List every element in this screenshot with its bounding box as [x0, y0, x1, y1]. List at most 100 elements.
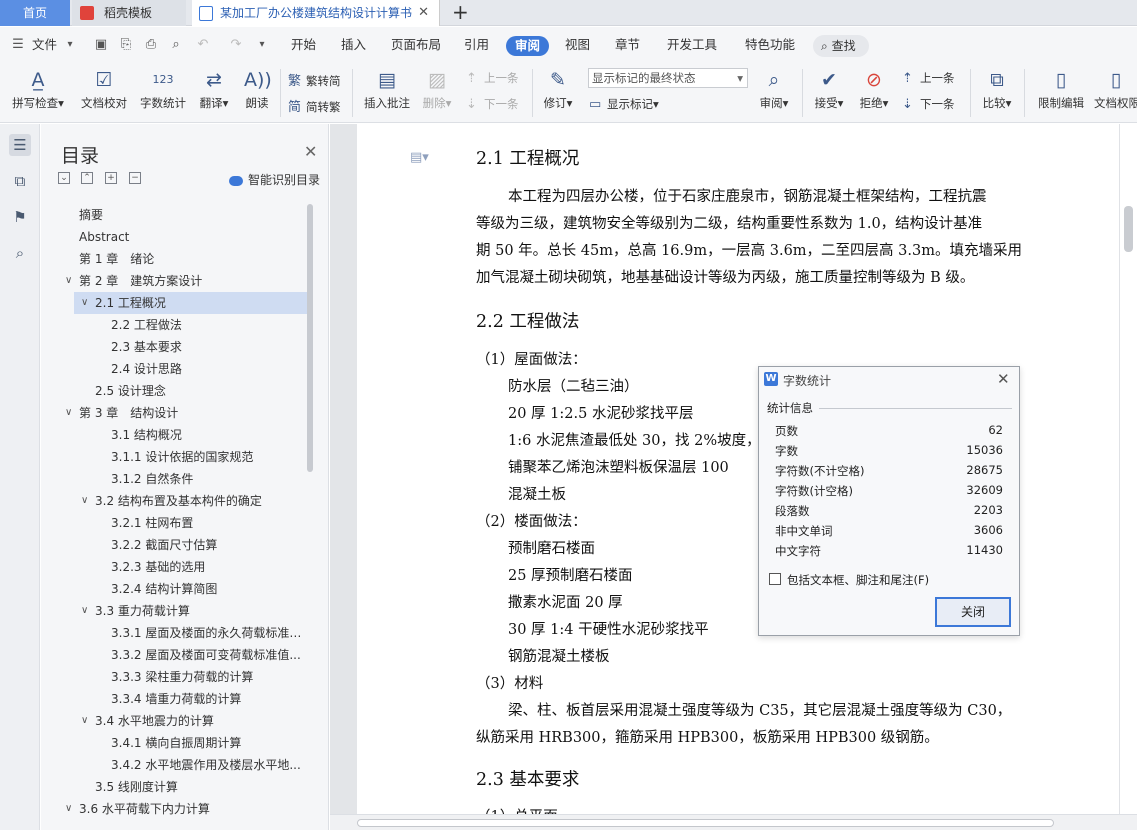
toc-item[interactable]: 2.3 基本要求 — [41, 336, 311, 358]
navigation-pane-icon[interactable]: ⧉ — [9, 170, 31, 192]
horizontal-scrollbar[interactable] — [330, 814, 1137, 830]
output-icon[interactable]: ⎘ — [118, 37, 134, 53]
close-icon[interactable]: ✕ — [418, 0, 429, 26]
undo-icon[interactable]: ↶ — [195, 37, 211, 53]
add-tab-icon[interactable]: + — [452, 0, 469, 26]
show-markup-button[interactable]: ▭ 显示标记▾ — [589, 96, 659, 112]
toc-item[interactable]: ∨ 3.6 水平荷载下内力计算 — [41, 798, 311, 820]
to-simplified-button[interactable]: 简简转繁 — [288, 96, 341, 115]
chevron-down-icon[interactable]: ∨ — [81, 710, 88, 732]
toc-item[interactable]: ∨ 第 3 章 结构设计 — [41, 402, 311, 424]
delete-comment-button[interactable]: ▨ 删除▾ — [418, 67, 456, 111]
menu-item-reference[interactable]: 引用 — [464, 27, 489, 63]
chevron-down-icon[interactable]: ∨ — [65, 798, 72, 820]
review-button[interactable]: ⌕ 审阅▾ — [755, 67, 793, 111]
more-icon[interactable]: ▾ — [254, 37, 270, 53]
toc-item[interactable]: Abstract — [41, 226, 311, 248]
vertical-scroll-thumb[interactable] — [1124, 206, 1133, 252]
proofread-button[interactable]: ☑ 文档校对 — [78, 67, 130, 111]
print-icon[interactable]: ⎙ — [143, 37, 159, 53]
hamburger-icon[interactable]: ☰ — [10, 37, 26, 53]
to-traditional-button[interactable]: 繁繁转简 — [288, 70, 341, 89]
toc-item[interactable]: 2.5 设计理念 — [41, 380, 311, 402]
menu-item-view[interactable]: 视图 — [565, 27, 590, 63]
prev-comment-button[interactable]: ⇡ 上一条 — [466, 70, 519, 86]
spell-check-button[interactable]: A̲ 拼写检查▾ — [8, 67, 68, 111]
insert-comment-button[interactable]: ▤ 插入批注 — [360, 67, 414, 111]
horizontal-scroll-thumb[interactable] — [357, 819, 1054, 827]
toc-item[interactable]: ∨ 3.2 结构布置及基本构件的确定 — [41, 490, 311, 512]
restrict-edit-button[interactable]: ▯ 限制编辑 — [1034, 67, 1088, 111]
markup-state-select[interactable]: 显示标记的最终状态 — [588, 68, 748, 88]
toc-item[interactable]: 3.2.1 柱网布置 — [41, 512, 311, 534]
tab-template[interactable]: 稻壳模板 — [72, 0, 186, 26]
toc-item[interactable]: 3.3.2 屋面及楼面可变荷载标准值... — [41, 644, 311, 666]
toc-item[interactable]: ∨ 第 2 章 建筑方案设计 — [41, 270, 311, 292]
toc-item[interactable]: 3.4.1 横向自振周期计算 — [41, 732, 311, 754]
print-preview-icon[interactable]: ⌕ — [168, 37, 184, 53]
menu-item-developer[interactable]: 开发工具 — [667, 27, 717, 63]
menu-item-review[interactable]: 审阅 — [506, 36, 550, 56]
bookmark-icon[interactable]: ⚑ — [9, 206, 31, 228]
accept-button[interactable]: ✔ 接受▾ — [809, 67, 849, 111]
close-icon[interactable]: ✕ — [304, 142, 317, 161]
toc-item[interactable]: 摘要 — [41, 204, 311, 226]
prev-change-button[interactable]: ⇡ 上一条 — [902, 70, 955, 86]
revise-button[interactable]: ✎ 修订▾ — [538, 67, 578, 111]
search-button[interactable]: ⌕ 查找 — [813, 35, 869, 57]
reject-button[interactable]: ⊘ 拒绝▾ — [854, 67, 894, 111]
toc-item[interactable]: 3.1 结构概况 — [41, 424, 311, 446]
chevron-down-icon[interactable]: ∨ — [81, 600, 88, 622]
toc-item[interactable]: 3.3.3 梁柱重力荷载的计算 — [41, 666, 311, 688]
close-button[interactable]: 关闭 — [935, 597, 1011, 627]
collapse-all-icon[interactable]: ⌄ — [58, 172, 70, 184]
chevron-down-icon[interactable]: ▾ — [62, 37, 78, 53]
smart-toc-button[interactable]: 智能识别目录 — [229, 171, 320, 188]
tab-document[interactable]: 某加工厂办公楼建筑结构设计计算书 ✕ — [192, 0, 440, 26]
expand-icon[interactable]: ⌃ — [81, 172, 93, 184]
tab-home[interactable]: 首页 — [0, 0, 70, 26]
toc-item[interactable]: 3.5 线刚度计算 — [41, 776, 311, 798]
read-aloud-button[interactable]: A)) 朗读 — [240, 67, 274, 111]
toc-item[interactable]: ∨ 3.4 水平地震力的计算 — [41, 710, 311, 732]
chevron-down-icon[interactable]: ∨ — [65, 270, 72, 292]
chevron-down-icon[interactable]: ∨ — [81, 292, 88, 314]
menu-file[interactable]: 文件 — [32, 27, 57, 63]
toc-panel-icon[interactable]: ☰ — [9, 134, 31, 156]
include-textbox-checkbox[interactable] — [769, 573, 781, 585]
add-heading-icon[interactable]: + — [105, 172, 117, 184]
compare-button[interactable]: ⧉ 比较▾ — [978, 67, 1016, 111]
page-options-icon[interactable]: ▤▾ — [410, 150, 429, 165]
menu-item-insert[interactable]: 插入 — [341, 27, 366, 63]
next-change-button[interactable]: ⇣ 下一条 — [902, 96, 955, 112]
toc-item[interactable]: 3.1.1 设计依据的国家规范 — [41, 446, 311, 468]
toc-item[interactable]: 2.4 设计思路 — [41, 358, 311, 380]
chevron-down-icon[interactable]: ∨ — [81, 490, 88, 512]
toc-item[interactable]: 3.3.4 墙重力荷载的计算 — [41, 688, 311, 710]
toc-item[interactable]: 3.2.3 基础的选用 — [41, 556, 311, 578]
translate-button[interactable]: ⇄ 翻译▾ — [195, 67, 233, 111]
toc-item[interactable]: ∨ 2.1 工程概况 — [74, 292, 311, 314]
toc-item[interactable]: 3.2.2 截面尺寸估算 — [41, 534, 311, 556]
menu-item-layout[interactable]: 页面布局 — [391, 27, 441, 63]
remove-heading-icon[interactable]: − — [129, 172, 141, 184]
save-icon[interactable]: ▣ — [93, 37, 109, 53]
redo-icon[interactable]: ↷ — [228, 37, 244, 53]
chevron-down-icon[interactable]: ∨ — [65, 402, 72, 424]
toc-item[interactable]: 第 1 章 绪论 — [41, 248, 311, 270]
word-count-button[interactable]: 123 字数统计 — [137, 67, 189, 111]
toc-item[interactable]: 2.2 工程做法 — [41, 314, 311, 336]
menu-item-start[interactable]: 开始 — [291, 27, 316, 63]
vertical-scrollbar[interactable] — [1119, 124, 1137, 814]
menu-item-features[interactable]: 特色功能 — [745, 27, 795, 63]
toc-item[interactable]: ∨ 3.3 重力荷载计算 — [41, 600, 311, 622]
toc-item[interactable]: 3.1.2 自然条件 — [41, 468, 311, 490]
next-comment-button[interactable]: ⇣ 下一条 — [466, 96, 519, 112]
toc-item[interactable]: 3.3.1 屋面及楼面的永久荷载标准值... — [41, 622, 311, 644]
toc-item[interactable]: 3.4.2 水平地震作用及楼层水平地... — [41, 754, 311, 776]
menu-item-section[interactable]: 章节 — [615, 27, 640, 63]
toc-scrollbar[interactable] — [307, 204, 313, 472]
find-icon[interactable]: ⌕ — [9, 242, 31, 264]
toc-item[interactable]: 3.2.4 结构计算简图 — [41, 578, 311, 600]
doc-permission-button[interactable]: ▯ 文档权限 — [1094, 67, 1137, 111]
